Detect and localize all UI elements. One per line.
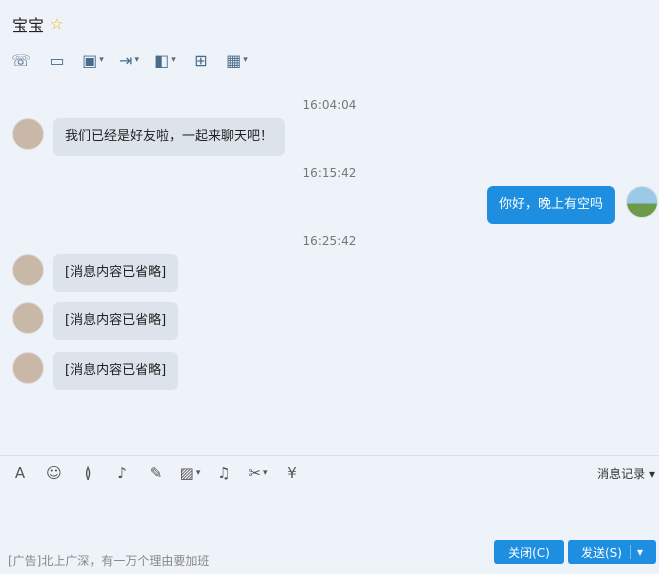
voice-icon[interactable]: ♪ [112, 463, 132, 483]
apps-icon[interactable]: ▦ [226, 50, 248, 70]
timestamp: 16:04:04 [302, 98, 357, 112]
chat-title: 宝宝 ☆ [12, 12, 63, 36]
remote-desktop-icon[interactable]: ◧ [154, 50, 176, 70]
screenshot-icon[interactable]: ✂ [248, 463, 268, 483]
input-toolbar: A ☺ ≬ ♪ ✎ ▨ ♫ ✂ ¥ [10, 463, 302, 483]
image-icon[interactable]: ▨ [180, 463, 200, 483]
message-bubble: [消息内容已省略] [53, 254, 179, 292]
timestamp: 16:15:42 [302, 166, 357, 180]
message-bubble: [消息内容已省略] [53, 302, 179, 340]
shake-icon[interactable]: ≬ [78, 463, 98, 483]
message-bubble: [消息内容已省略] [53, 352, 179, 390]
ad-text[interactable]: [广告]北上广深，有一万个理由要加班 [8, 552, 209, 569]
contact-name: 宝宝 [12, 16, 45, 35]
timestamp: 16:25:42 [302, 234, 357, 248]
avatar[interactable] [12, 254, 44, 286]
file-transfer-icon[interactable]: ⇥ [118, 50, 140, 70]
message-bubble: 我们已经是好友啦，一起来聊天吧！ [53, 118, 286, 156]
avatar[interactable] [12, 352, 44, 384]
star-icon: ☆ [50, 15, 64, 33]
font-icon[interactable]: A [10, 463, 30, 483]
close-button[interactable]: 关闭(C) [494, 540, 564, 564]
chat-toolbar: ☏ ▭ ▣ ⇥ ◧ ⊞ ▦ [10, 50, 248, 70]
input-divider [0, 455, 659, 456]
send-button[interactable]: 发送(S) ▾ [568, 540, 656, 564]
screen-share-icon[interactable]: ▣ [82, 50, 104, 70]
phone-icon[interactable]: ☏ [10, 50, 32, 70]
avatar[interactable] [12, 302, 44, 334]
message-history-link[interactable]: 消息记录 ▾ [597, 465, 655, 482]
chevron-down-icon[interactable]: ▾ [629, 545, 643, 559]
send-label: 发送(S) [580, 545, 622, 560]
video-icon[interactable]: ▭ [46, 50, 68, 70]
red-packet-icon[interactable]: ¥ [282, 463, 302, 483]
emoji-icon[interactable]: ☺ [44, 463, 64, 483]
add-message-icon[interactable]: ⊞ [190, 50, 212, 70]
message-bubble: 你好，晚上有空吗 [486, 186, 615, 224]
avatar[interactable] [626, 186, 658, 218]
doodle-icon[interactable]: ✎ [146, 463, 166, 483]
music-icon[interactable]: ♫ [214, 463, 234, 483]
avatar[interactable] [12, 118, 44, 150]
